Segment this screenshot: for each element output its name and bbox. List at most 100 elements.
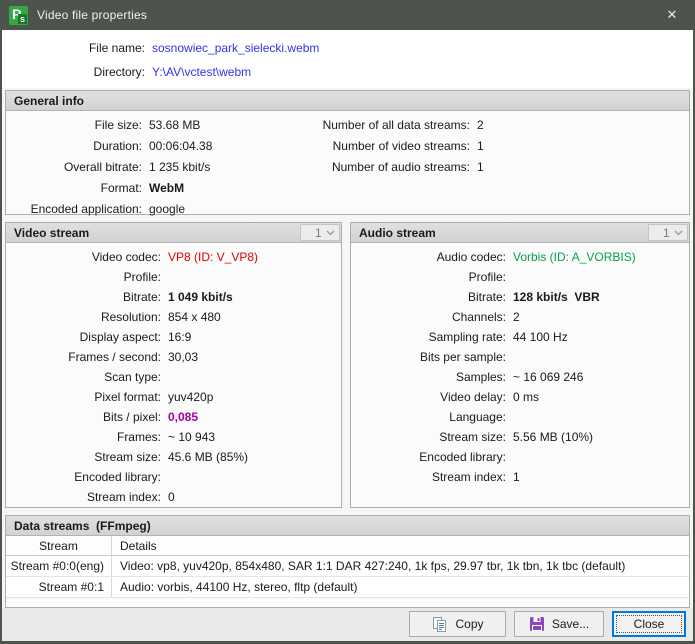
audio-stream-index-label: Stream index: (431, 470, 506, 484)
copy-icon (431, 616, 448, 633)
frames-row: Frames: ~ 10 943 (6, 427, 341, 447)
video-file-properties-dialog: P s Video file properties ✕ File name: s… (0, 0, 695, 644)
video-stream-selector-value: 1 (315, 225, 322, 240)
video-stream-header: Video stream 1 (6, 223, 341, 243)
sampling-rate-label: Sampling rate: (428, 330, 506, 344)
video-stream-selector[interactable]: 1 (300, 224, 340, 241)
display-aspect-value: 16:9 (168, 330, 192, 344)
video-stream-title: Video stream (14, 225, 90, 240)
general-info-right-column: Number of all data streams: 2 Number of … (290, 114, 689, 219)
save-button[interactable]: Save... (514, 611, 604, 637)
overall-bitrate-row: Overall bitrate: 1 235 kbit/s (6, 156, 290, 177)
bits-per-pixel-label: Bits / pixel: (102, 410, 161, 424)
video-stream-index-value: 0 (168, 490, 175, 504)
encoded-application-row: Encoded application: google (6, 198, 290, 219)
frames-per-second-label: Frames / second: (68, 350, 161, 364)
copy-button[interactable]: Copy (409, 611, 506, 637)
sampling-rate-row: Sampling rate: 44 100 Hz (351, 327, 689, 347)
data-streams-table: Stream Details Stream #0:0(eng) Video: v… (6, 536, 689, 598)
video-delay-value: 0 ms (513, 390, 540, 404)
video-stream-size-label: Stream size: (94, 450, 161, 464)
audio-bitrate-row: Bitrate: 128 kbit/s VBR (351, 287, 689, 307)
frames-per-second-row: Frames / second: 30,03 (6, 347, 341, 367)
frames-label: Frames: (116, 430, 161, 444)
channels-label: Channels: (451, 310, 506, 324)
chevron-down-icon (326, 230, 335, 235)
audio-encoded-library-row: Encoded library: (351, 447, 689, 467)
bits-per-sample-row: Bits per sample: (351, 347, 689, 367)
overall-bitrate-value: 1 235 kbit/s (149, 159, 211, 174)
duration-value: 00:06:04.38 (149, 138, 213, 153)
encoded-application-value: google (149, 201, 186, 216)
general-info-header: General info (6, 91, 689, 111)
audio-stream-index-row: Stream index: 1 (351, 467, 689, 487)
video-codec-label: Video codec: (91, 250, 161, 264)
resolution-row: Resolution: 854 x 480 (6, 307, 341, 327)
video-bitrate-row: Bitrate: 1 049 kbit/s (6, 287, 341, 307)
file-name-label: File name: (88, 41, 145, 55)
bits-per-pixel-value: 0,085 (168, 410, 199, 424)
audio-stream-selector[interactable]: 1 (648, 224, 688, 241)
channels-value: 2 (513, 310, 520, 324)
audio-bitrate-value: 128 kbit/s VBR (513, 290, 600, 304)
samples-label: Samples: (455, 370, 506, 384)
audio-codec-value: Vorbis (ID: A_VORBIS) (513, 250, 636, 264)
scan-type-label: Scan type: (104, 370, 161, 384)
data-stream-row-video[interactable]: Stream #0:0(eng) Video: vp8, yuv420p, 85… (6, 556, 689, 577)
samples-row: Samples: ~ 16 069 246 (351, 367, 689, 387)
audio-stream-section: Audio stream 1 Audio codec: Vorbis (ID: … (350, 222, 690, 508)
directory-label: Directory: (93, 65, 145, 79)
title-bar[interactable]: P s Video file properties ✕ (0, 0, 695, 30)
video-stream-index-label: Stream index: (86, 490, 161, 504)
button-bar: Copy Save... Close (2, 608, 693, 641)
close-button[interactable]: Close (612, 611, 686, 637)
audio-bitrate-label: Bitrate: (467, 290, 506, 304)
close-button-label: Close (633, 617, 665, 631)
save-icon (529, 616, 545, 632)
copy-button-label: Copy (455, 617, 484, 631)
audio-codec-label: Audio codec: (436, 250, 506, 264)
directory-row: Directory: Y:\AV\vctest\webm (2, 60, 693, 84)
video-profile-row: Profile: (6, 267, 341, 287)
video-encoded-library-row: Encoded library: (6, 467, 341, 487)
file-size-label: File size: (94, 117, 142, 132)
num-video-streams-label: Number of video streams: (332, 138, 470, 153)
audio-stream-index-value: 1 (513, 470, 520, 484)
audio-stream-size-label: Stream size: (439, 430, 506, 444)
num-video-streams-row: Number of video streams: 1 (290, 135, 689, 156)
general-info-section: General info File size: 53.68 MB Duratio… (5, 90, 690, 216)
close-icon[interactable]: ✕ (649, 0, 695, 30)
bits-per-pixel-row: Bits / pixel: 0,085 (6, 407, 341, 427)
bits-per-sample-label: Bits per sample: (419, 350, 506, 364)
scan-type-row: Scan type: (6, 367, 341, 387)
details-column-header: Details (120, 538, 157, 553)
stream-column-header: Stream (6, 536, 112, 555)
overall-bitrate-label: Overall bitrate: (63, 159, 142, 174)
stream-details-cell: Audio: vorbis, 44100 Hz, stereo, fltp (d… (120, 580, 358, 594)
samples-value: ~ 16 069 246 (513, 370, 584, 384)
audio-stream-header: Audio stream 1 (351, 223, 689, 243)
num-audio-streams-label: Number of audio streams: (331, 159, 470, 174)
audio-encoded-library-label: Encoded library: (419, 450, 506, 464)
sampling-rate-value: 44 100 Hz (513, 330, 568, 344)
video-bitrate-value: 1 049 kbit/s (168, 290, 233, 304)
num-video-streams-value: 1 (477, 138, 484, 153)
audio-stream-size-row: Stream size: 5.56 MB (10%) (351, 427, 689, 447)
video-stream-index-row: Stream index: 0 (6, 487, 341, 507)
video-stream-size-value: 45.6 MB (85%) (168, 450, 249, 464)
display-aspect-label: Display aspect: (79, 330, 161, 344)
data-streams-table-header: Stream Details (6, 536, 689, 556)
audio-profile-label: Profile: (468, 270, 506, 284)
format-label: Format: (100, 180, 142, 195)
video-profile-label: Profile: (123, 270, 161, 284)
pixel-format-value: yuv420p (168, 390, 214, 404)
general-info-body: File size: 53.68 MB Duration: 00:06:04.3… (6, 111, 689, 219)
format-row: Format: WebM (6, 177, 290, 198)
directory-value: Y:\AV\vctest\webm (152, 65, 252, 79)
video-delay-label: Video delay: (440, 390, 506, 404)
app-icon-letter-s: s (18, 13, 27, 24)
audio-stream-title: Audio stream (359, 225, 436, 240)
file-name-value: sosnowiec_park_sielecki.webm (152, 41, 320, 55)
data-stream-row-audio[interactable]: Stream #0:1 Audio: vorbis, 44100 Hz, ste… (6, 577, 689, 598)
video-bitrate-label: Bitrate: (122, 290, 161, 304)
